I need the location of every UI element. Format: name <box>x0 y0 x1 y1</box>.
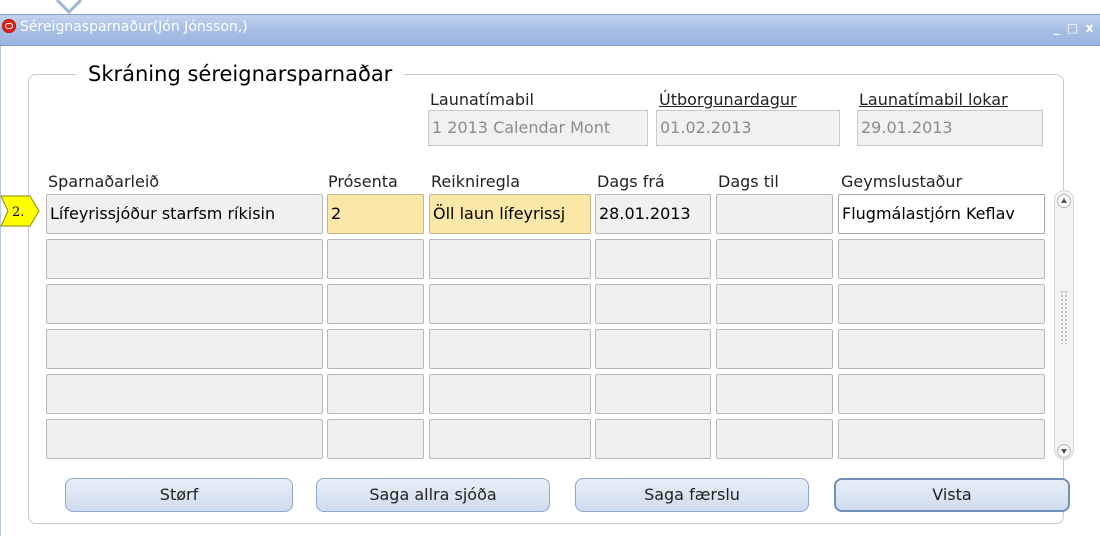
col-header-reikniregla: Reikniregla <box>431 172 521 191</box>
sparnadarleid-cell[interactable] <box>46 374 323 414</box>
dags-til-cell[interactable] <box>716 239 833 279</box>
launatimabil-label: Launatímabil <box>430 90 534 109</box>
dags-fra-cell[interactable]: 28.01.2013 <box>595 194 711 234</box>
geymslustadur-cell[interactable] <box>838 374 1045 414</box>
launatimabil-lokar-field[interactable]: 29.01.2013 <box>857 110 1043 146</box>
prosenta-cell[interactable] <box>327 374 424 414</box>
sparnadarleid-cell[interactable] <box>46 329 323 369</box>
launatimabil-lokar-label: Launatímabil lokar <box>859 90 1008 109</box>
col-header-sparnadarleid: Sparnaðarleið <box>48 172 160 191</box>
scroll-up-icon[interactable] <box>1057 194 1071 208</box>
scroll-grip[interactable] <box>1060 290 1068 344</box>
dags-til-cell[interactable] <box>716 374 833 414</box>
prosenta-cell[interactable] <box>327 239 424 279</box>
window-title: Séreignasparnaður(Jón Jónsson,) <box>20 19 248 35</box>
close-icon[interactable]: x <box>1083 22 1096 35</box>
scroll-down-icon[interactable] <box>1057 444 1071 458</box>
reikniregla-cell[interactable] <box>429 284 591 324</box>
launatimabil-field[interactable]: 1 2013 Calendar Mont <box>428 110 648 146</box>
dags-til-cell[interactable] <box>716 329 833 369</box>
col-header-prosenta: Prósenta <box>328 172 398 191</box>
geymslustadur-cell[interactable] <box>838 329 1045 369</box>
utborgunardagur-field[interactable]: 01.02.2013 <box>656 110 840 146</box>
dags-til-cell[interactable] <box>716 284 833 324</box>
reikniregla-cell[interactable] <box>429 239 591 279</box>
storf-button[interactable]: Størf <box>65 478 293 512</box>
maximize-icon[interactable]: □ <box>1066 22 1079 35</box>
dags-fra-cell[interactable] <box>595 284 711 324</box>
geymslustadur-cell[interactable] <box>838 419 1045 459</box>
form-title: Skráning séreignarsparnaðar <box>76 60 405 88</box>
vista-button[interactable]: Vista <box>834 478 1070 512</box>
dags-fra-cell[interactable] <box>595 329 711 369</box>
geymslustadur-cell[interactable] <box>838 239 1045 279</box>
dags-til-cell[interactable] <box>716 419 833 459</box>
reikniregla-cell[interactable] <box>429 419 591 459</box>
dags-fra-cell[interactable] <box>595 419 711 459</box>
dags-til-cell[interactable] <box>716 194 833 234</box>
sparnadarleid-cell[interactable] <box>46 284 323 324</box>
dags-fra-cell[interactable] <box>595 374 711 414</box>
saga-allra-sjoda-button[interactable]: Saga allra sjóða <box>316 478 550 512</box>
row-marker: 2. <box>0 195 40 227</box>
row-marker-text: 2. <box>12 205 24 220</box>
sparnadarleid-cell[interactable] <box>46 239 323 279</box>
geymslustadur-cell[interactable] <box>838 284 1045 324</box>
col-header-dags-til: Dags til <box>718 172 779 191</box>
sparnadarleid-cell[interactable] <box>46 419 323 459</box>
reikniregla-cell[interactable]: Öll laun lífeyrissj <box>429 194 591 234</box>
dags-fra-cell[interactable] <box>595 239 711 279</box>
oracle-app-icon <box>2 19 16 33</box>
saga-faerslu-button[interactable]: Saga færslu <box>575 478 809 512</box>
reikniregla-cell[interactable] <box>429 374 591 414</box>
geymslustadur-cell[interactable]: Flugmálastjórn Keflav <box>838 194 1045 234</box>
reikniregla-cell[interactable] <box>429 329 591 369</box>
prosenta-cell[interactable] <box>327 419 424 459</box>
prosenta-cell[interactable]: 2 <box>327 194 424 234</box>
sparnadarleid-cell[interactable]: Lífeyrissjóður starfsm ríkisin <box>46 194 323 234</box>
prosenta-cell[interactable] <box>327 284 424 324</box>
minimize-icon[interactable]: _ <box>1050 22 1063 35</box>
prosenta-cell[interactable] <box>327 329 424 369</box>
utborgunardagur-label: Útborgunardagur <box>659 90 797 109</box>
col-header-dags-fra: Dags frá <box>597 172 665 191</box>
col-header-geymslustadur: Geymslustaður <box>841 172 963 191</box>
